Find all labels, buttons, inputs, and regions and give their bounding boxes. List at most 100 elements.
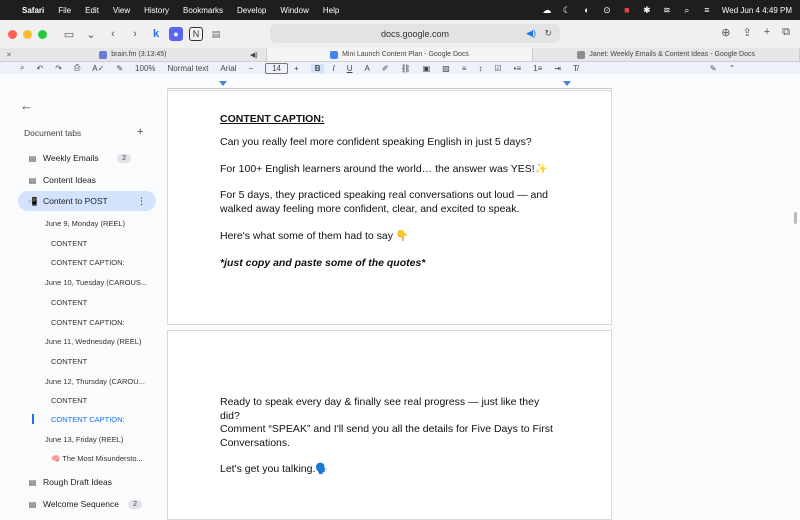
menu-edit[interactable]: Edit — [85, 6, 99, 15]
numbered-list-icon[interactable]: 1≡ — [533, 64, 542, 73]
chevron-down-icon[interactable]: ⌄ — [83, 26, 99, 42]
back-icon[interactable]: ‹ — [105, 26, 121, 42]
horizontal-ruler[interactable] — [167, 80, 612, 90]
outline-item[interactable]: June 12, Thursday (CAROU... — [45, 377, 145, 386]
spellcheck-icon[interactable]: A✓ — [92, 64, 104, 73]
tab-item-content-to-post[interactable]: 📲 Content to POST ⋮ — [18, 191, 156, 211]
outline-item-current[interactable]: CONTENT CAPTION: — [51, 415, 125, 424]
line-spacing-icon[interactable]: ↕ — [478, 64, 482, 73]
highlight-icon[interactable]: ✐ — [382, 64, 389, 73]
right-indent-marker[interactable] — [563, 81, 571, 86]
image-icon[interactable]: ▨ — [442, 64, 450, 73]
font-size-input[interactable]: 14 — [265, 62, 289, 74]
red-app-icon[interactable]: ■ — [622, 6, 632, 15]
address-bar[interactable]: docs.google.com ◀) ↻ — [270, 24, 560, 43]
comment-icon[interactable]: ▣ — [423, 64, 431, 73]
menu-window[interactable]: Window — [280, 6, 308, 15]
more-options-icon[interactable]: ⋮ — [137, 196, 146, 207]
minimize-window-icon[interactable] — [23, 29, 32, 39]
subtab-count-badge[interactable]: 2 — [117, 153, 131, 163]
bold-button[interactable]: B — [310, 63, 325, 73]
speaker-icon[interactable]: ◀) — [526, 28, 536, 39]
menu-file[interactable]: File — [58, 6, 71, 15]
close-tab-icon[interactable]: ✕ — [6, 51, 12, 59]
align-icon[interactable]: ≡ — [462, 64, 467, 73]
forward-icon[interactable]: › — [127, 26, 143, 42]
share-icon[interactable]: ⇪ — [742, 26, 751, 39]
checklist-icon[interactable]: ☑ — [494, 64, 501, 73]
zoom-window-icon[interactable] — [38, 29, 47, 39]
undo-icon[interactable]: ↶ — [36, 64, 43, 73]
tab-brainfm[interactable]: ✕ brain.fm (3:13:45) ◀) — [0, 48, 267, 61]
menu-history[interactable]: History — [144, 6, 169, 15]
tab-overview-icon[interactable]: ⧉ — [782, 26, 790, 39]
zoom-select[interactable]: 100% — [135, 64, 155, 73]
collapse-toolbar-icon[interactable]: ⌃ — [729, 64, 736, 73]
clock[interactable]: Wed Jun 4 4:49 PM — [722, 6, 792, 15]
outline-item[interactable]: CONTENT — [51, 239, 87, 248]
cloud-icon[interactable]: ☁ — [542, 6, 552, 15]
extension-page-icon[interactable]: ▤ — [209, 27, 223, 41]
tab-mini-launch[interactable]: Mini Launch Content Plan - Google Docs — [266, 48, 534, 61]
extension-notion-icon[interactable]: N — [189, 27, 203, 41]
document-page[interactable]: Ready to speak every day & finally see r… — [167, 330, 612, 520]
italic-button[interactable]: I — [332, 64, 334, 73]
audio-icon[interactable]: ◀) — [250, 51, 258, 59]
outline-item[interactable]: CONTENT — [51, 298, 87, 307]
new-tab-icon[interactable]: + — [764, 26, 770, 39]
decrease-size-icon[interactable]: − — [248, 64, 253, 73]
extension-k-icon[interactable]: k — [149, 27, 163, 41]
document-page[interactable]: CONTENT CAPTION: Can you really feel mor… — [167, 90, 612, 325]
downloads-icon[interactable]: ⊕ — [721, 26, 730, 39]
tab-item-welcome-sequence[interactable]: ▤ Welcome Sequence 2 — [18, 494, 156, 514]
outline-item[interactable]: June 9, Monday (REEL) — [45, 219, 125, 228]
extension-discord-icon[interactable]: ● — [169, 27, 183, 41]
back-arrow-icon[interactable]: ← — [20, 98, 33, 113]
scrollbar-thumb[interactable] — [794, 212, 797, 224]
focus-icon[interactable]: ◐ — [582, 6, 592, 15]
font-select[interactable]: Arial — [220, 64, 236, 73]
outline-item[interactable]: June 13, Friday (REEL) — [45, 435, 123, 444]
subtab-count-badge[interactable]: 2 — [128, 499, 142, 509]
timer-icon[interactable]: ⊙ — [602, 6, 612, 15]
menu-app[interactable]: Safari — [22, 6, 44, 15]
menu-develop[interactable]: Develop — [237, 6, 266, 15]
paint-format-icon[interactable]: ✎ — [116, 64, 123, 73]
outline-item[interactable]: CONTENT CAPTION: — [51, 318, 125, 327]
bullet-list-icon[interactable]: •≡ — [514, 64, 521, 73]
reload-icon[interactable]: ↻ — [544, 28, 552, 39]
increase-size-icon[interactable]: + — [294, 64, 299, 73]
search-menus-icon[interactable]: ⌕ — [20, 63, 24, 73]
menu-bookmarks[interactable]: Bookmarks — [183, 6, 223, 15]
menu-help[interactable]: Help — [323, 6, 339, 15]
outline-item[interactable]: June 11, Wednesday (REEL) — [45, 337, 141, 346]
style-select[interactable]: Normal text — [168, 64, 209, 73]
menu-view[interactable]: View — [113, 6, 130, 15]
wifi-icon[interactable]: ≋ — [662, 6, 672, 15]
search-icon[interactable]: ⌕ — [682, 6, 692, 15]
add-tab-icon[interactable]: + — [137, 126, 143, 138]
outline-item[interactable]: June 10, Tuesday (CAROUS... — [45, 278, 147, 287]
sidebar-toggle-icon[interactable]: ▭ — [61, 26, 77, 42]
close-window-icon[interactable] — [8, 29, 17, 39]
left-indent-marker[interactable] — [219, 81, 227, 86]
tab-janet[interactable]: Janet: Weekly Emails & Content Ideas - G… — [533, 48, 800, 61]
indent-icon[interactable]: ⇥ — [554, 64, 561, 73]
tab-item-weekly-emails[interactable]: ▤ Weekly Emails 2 — [18, 148, 156, 168]
text-color-icon[interactable]: A — [364, 64, 369, 73]
moon-icon[interactable]: ☾ — [562, 6, 572, 15]
outline-item[interactable]: CONTENT — [51, 357, 87, 366]
clear-format-icon[interactable]: T̸ — [573, 64, 578, 73]
underline-button[interactable]: U — [347, 64, 353, 73]
outline-item[interactable]: CONTENT — [51, 396, 87, 405]
control-center-icon[interactable]: ≡ — [702, 6, 712, 15]
link-icon[interactable]: ⛓ — [401, 64, 411, 73]
tab-item-content-ideas[interactable]: ▤ Content Ideas — [18, 170, 156, 190]
tab-item-rough-draft-ideas[interactable]: ▤ Rough Draft Ideas — [18, 472, 156, 492]
redo-icon[interactable]: ↷ — [55, 64, 62, 73]
bluetooth-icon[interactable]: ✱ — [642, 6, 652, 15]
editing-mode-icon[interactable]: ✎ — [710, 64, 717, 73]
print-icon[interactable]: ⎙ — [74, 63, 80, 73]
outline-item-emoji[interactable]: 🧠 The Most Misundersto... — [51, 454, 143, 463]
outline-item[interactable]: CONTENT CAPTION: — [51, 258, 125, 267]
